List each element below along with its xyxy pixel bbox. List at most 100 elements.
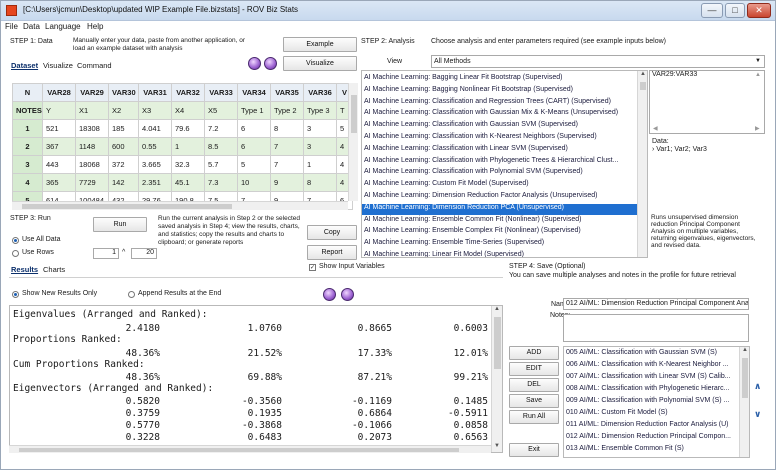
tab-results[interactable]: Results xyxy=(11,265,38,274)
results-vertical-scrollbar[interactable]: ▲ ▼ xyxy=(491,306,502,452)
grid-column-header[interactable]: VAR33 xyxy=(204,83,238,102)
grid-cell[interactable]: 3 xyxy=(303,137,337,156)
grid-cell[interactable]: 32.3 xyxy=(171,155,205,174)
grid-column-header[interactable]: VAR28 xyxy=(42,83,76,102)
grid-cell[interactable]: 365 xyxy=(42,173,76,192)
methods-vertical-scrollbar[interactable]: ▲ xyxy=(637,71,647,257)
grid-column-header[interactable]: VAR29 xyxy=(75,83,109,102)
grid-cell[interactable]: X4 xyxy=(171,101,205,120)
grid-column-header[interactable]: N xyxy=(12,83,43,102)
forward-orb-icon[interactable] xyxy=(264,57,277,70)
grid-row-header[interactable]: NOTES xyxy=(12,101,43,120)
menu-data[interactable]: Data xyxy=(23,22,40,31)
grid-cell[interactable]: 2.351 xyxy=(138,173,172,192)
tab-command[interactable]: Command xyxy=(77,61,112,70)
method-item[interactable]: AI Machine Learning: Bagging Linear Fit … xyxy=(364,74,562,81)
saved-analysis-item[interactable]: 007 AI/ML: Classification with Linear SV… xyxy=(566,373,731,380)
grid-cell[interactable]: 1148 xyxy=(75,137,109,156)
saved-analysis-item[interactable]: 011 AI/ML: Dimension Reduction Factor An… xyxy=(566,421,729,428)
grid-cell[interactable]: X3 xyxy=(138,101,172,120)
tab-visualize[interactable]: Visualize xyxy=(43,61,73,70)
grid-cell[interactable]: 185 xyxy=(108,119,139,138)
notes-input[interactable] xyxy=(563,314,749,342)
results-back-orb-icon[interactable] xyxy=(323,288,336,301)
save-button[interactable]: Save xyxy=(509,394,559,408)
method-item[interactable]: AI Machine Learning: Classification with… xyxy=(364,168,583,175)
grid-cell[interactable]: X1 xyxy=(75,101,109,120)
example-button[interactable]: Example xyxy=(283,37,357,52)
grid-hscroll-thumb[interactable] xyxy=(22,204,232,209)
grid-row-header[interactable]: 4 xyxy=(12,173,43,192)
grid-cell[interactable]: X5 xyxy=(204,101,238,120)
grid-cell[interactable]: 7 xyxy=(270,155,304,174)
grid-row[interactable]: 1 521 18308 185 4.041 79.6 7.2 6 8 3 5 xyxy=(12,119,353,138)
row-to-input[interactable]: 20 xyxy=(131,248,157,259)
method-item[interactable]: AI Machine Learning: Bagging Nonlinear F… xyxy=(364,86,573,93)
minimize-button[interactable]: — xyxy=(701,3,723,18)
grid-row-header[interactable]: 2 xyxy=(12,137,43,156)
results-hscroll-thumb[interactable] xyxy=(19,448,459,452)
saved-analysis-item[interactable]: 010 AI/ML: Custom Fit Model (S) xyxy=(566,409,668,416)
grid-cell[interactable]: 7.2 xyxy=(204,119,238,138)
method-item[interactable]: AI Machine Learning: Classification with… xyxy=(364,157,618,164)
grid-column-header[interactable]: VAR30 xyxy=(108,83,139,102)
grid-vscroll-thumb[interactable] xyxy=(351,95,357,133)
append-results-radio[interactable] xyxy=(128,291,135,298)
methods-vscroll-thumb[interactable] xyxy=(640,82,646,90)
grid-cell[interactable]: 8.5 xyxy=(204,137,238,156)
menu-language[interactable]: Language xyxy=(45,22,81,31)
input-scroll-right-icon[interactable]: ▶ xyxy=(755,125,760,132)
exit-button[interactable]: Exit xyxy=(509,443,559,457)
show-new-results-radio[interactable] xyxy=(12,291,19,298)
grid-column-header[interactable]: VAR31 xyxy=(138,83,172,102)
grid-cell[interactable]: 8 xyxy=(270,119,304,138)
grid-cell[interactable]: 372 xyxy=(108,155,139,174)
move-up-icon[interactable]: ∧ xyxy=(754,381,761,392)
grid-row[interactable]: 4 365 7729 142 2.351 45.1 7.3 10 9 8 4 xyxy=(12,173,353,192)
run-all-button[interactable]: Run All xyxy=(509,410,559,424)
grid-cell[interactable]: 1 xyxy=(171,137,205,156)
methods-list[interactable]: AI Machine Learning: Bagging Linear Fit … xyxy=(361,70,648,258)
method-item[interactable]: AI Machine Learning: Linear Fit Model (S… xyxy=(364,251,524,257)
data-grid[interactable]: N VAR28 VAR29 VAR30 VAR31 VAR32 VAR33 VAR34 VAR3… xyxy=(12,83,353,210)
grid-row[interactable]: NOTES Y X1 X2 X3 X4 X5 Type 1 Type 2 Type 3T xyxy=(12,101,353,120)
saved-analysis-item[interactable]: 012 AI/ML: Dimension Reduction Principal… xyxy=(566,433,731,440)
grid-cell[interactable]: 600 xyxy=(108,137,139,156)
grid-cell[interactable]: 79.6 xyxy=(171,119,205,138)
use-all-data-radio[interactable] xyxy=(12,237,19,244)
grid-cell[interactable]: 9 xyxy=(270,173,304,192)
grid-cell[interactable]: 7729 xyxy=(75,173,109,192)
saved-analysis-item[interactable]: 005 AI/ML: Classification with Gaussian … xyxy=(566,349,717,356)
results-panel[interactable]: Eigenvalues (Arranged and Ranked): 2.418… xyxy=(9,305,503,453)
grid-cell[interactable]: 142 xyxy=(108,173,139,192)
menu-help[interactable]: Help xyxy=(87,22,103,31)
grid-cell[interactable]: 18308 xyxy=(75,119,109,138)
grid-vertical-scrollbar[interactable] xyxy=(348,83,358,201)
grid-cell[interactable]: 18068 xyxy=(75,155,109,174)
grid-cell[interactable]: 3 xyxy=(303,119,337,138)
grid-cell[interactable]: 443 xyxy=(42,155,76,174)
method-item[interactable]: AI Machine Learning: Classification with… xyxy=(364,121,578,128)
tab-charts[interactable]: Charts xyxy=(43,265,65,274)
method-item[interactable]: AI Machine Learning: Classification with… xyxy=(364,109,618,116)
menu-file[interactable]: File xyxy=(5,22,18,31)
show-input-variables-checkbox[interactable]: ✓ xyxy=(309,264,316,271)
name-input[interactable]: 012 AI/ML: Dimension Reduction Principal… xyxy=(563,298,749,310)
grid-cell[interactable]: 0.55 xyxy=(138,137,172,156)
grid-cell[interactable]: X2 xyxy=(108,101,139,120)
method-item[interactable]: AI Machine Learning: Dimension Reduction… xyxy=(364,192,597,199)
edit-button[interactable]: EDIT xyxy=(509,362,559,376)
grid-row[interactable]: 3 443 18068 372 3.665 32.3 5.7 5 7 1 4 xyxy=(12,155,353,174)
grid-cell[interactable]: 367 xyxy=(42,137,76,156)
grid-cell[interactable]: Y xyxy=(42,101,76,120)
results-horizontal-scrollbar[interactable] xyxy=(9,445,491,453)
saved-analysis-item[interactable]: 006 AI/ML: Classification with K-Nearest… xyxy=(566,361,729,368)
grid-cell[interactable]: Type 3 xyxy=(303,101,337,120)
results-vscroll-thumb[interactable] xyxy=(494,317,501,369)
results-forward-orb-icon[interactable] xyxy=(341,288,354,301)
move-down-icon[interactable]: ∨ xyxy=(754,409,761,420)
grid-cell[interactable]: 45.1 xyxy=(171,173,205,192)
view-select[interactable]: All Methods ▼ xyxy=(431,55,765,68)
row-from-input[interactable]: 1 xyxy=(93,248,119,259)
maximize-button[interactable]: □ xyxy=(725,3,745,18)
